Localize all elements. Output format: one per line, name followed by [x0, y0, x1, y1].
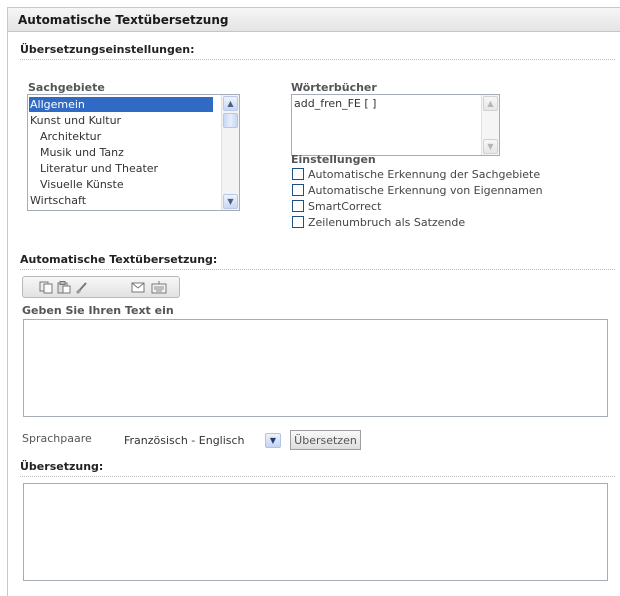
- subject-item-literatur-und-theater[interactable]: Literatur und Theater: [29, 161, 158, 176]
- scroll-down-icon[interactable]: ▼: [483, 139, 498, 154]
- language-pair-select[interactable]: Französisch - Englisch ▼: [120, 431, 283, 450]
- option-auto-names[interactable]: Automatische Erkennung von Eigennamen: [292, 184, 543, 200]
- option-label: SmartCorrect: [308, 200, 382, 213]
- paste-icon[interactable]: [57, 281, 71, 294]
- checkbox[interactable]: [292, 184, 304, 196]
- checkbox[interactable]: [292, 216, 304, 228]
- translation-output[interactable]: [23, 483, 608, 581]
- panel-titlebar: Automatische Textübersetzung: [8, 8, 620, 32]
- subject-item-visuelle-kuenste[interactable]: Visuelle Künste: [29, 177, 124, 192]
- result-heading: Übersetzung:: [20, 460, 104, 473]
- copy-icon[interactable]: [39, 281, 53, 294]
- language-pair-label: Sprachpaare: [22, 432, 92, 445]
- dictionaries-label: Wörterbücher: [291, 81, 377, 94]
- options-label: Einstellungen: [291, 153, 376, 166]
- option-linebreak[interactable]: Zeilenumbruch als Satzende: [292, 216, 465, 232]
- checkbox[interactable]: [292, 168, 304, 180]
- translate-button[interactable]: Übersetzen: [290, 430, 361, 450]
- option-label: Automatische Erkennung von Eigennamen: [308, 184, 543, 197]
- result-divider: [20, 476, 615, 477]
- subject-item-kunst-und-kultur[interactable]: Kunst und Kultur: [29, 113, 121, 128]
- translation-panel: Automatische Textübersetzung Übersetzung…: [7, 7, 620, 596]
- keyboard-icon[interactable]: [151, 281, 167, 294]
- language-pair-value: Französisch - Englisch: [124, 434, 245, 447]
- dictionaries-listbox[interactable]: add_fren_FE [ ] ▲ ▼: [291, 94, 500, 156]
- chevron-down-icon[interactable]: ▼: [265, 433, 281, 448]
- email-icon[interactable]: [131, 281, 145, 294]
- option-auto-subject[interactable]: Automatische Erkennung der Sachgebiete: [292, 168, 540, 184]
- settings-heading: Übersetzungseinstellungen:: [20, 43, 195, 56]
- option-label: Automatische Erkennung der Sachgebiete: [308, 168, 541, 181]
- option-label: Zeilenumbruch als Satzende: [308, 216, 466, 229]
- dictionaries-scrollbar[interactable]: ▲ ▼: [481, 95, 499, 155]
- subject-item-wirtschaft[interactable]: Wirtschaft: [29, 193, 86, 208]
- clear-icon[interactable]: [75, 281, 90, 295]
- input-heading: Automatische Textübersetzung:: [20, 253, 218, 266]
- checkbox[interactable]: [292, 200, 304, 212]
- subject-item-architektur[interactable]: Architektur: [29, 129, 101, 144]
- input-divider: [20, 269, 615, 270]
- subject-item-musik-und-tanz[interactable]: Musik und Tanz: [29, 145, 124, 160]
- input-label: Geben Sie Ihren Text ein: [22, 304, 174, 317]
- scroll-up-icon[interactable]: ▲: [483, 96, 498, 111]
- subjects-scrollbar[interactable]: ▲ ▼: [221, 95, 239, 210]
- source-text-input[interactable]: [23, 319, 608, 417]
- dictionary-item[interactable]: add_fren_FE [ ]: [293, 96, 376, 111]
- subjects-label: Sachgebiete: [28, 81, 105, 94]
- option-smartcorrect[interactable]: SmartCorrect: [292, 200, 381, 216]
- scroll-up-icon[interactable]: ▲: [223, 96, 238, 111]
- text-toolbar: [22, 276, 180, 298]
- settings-divider: [20, 59, 615, 60]
- scroll-thumb[interactable]: [223, 113, 238, 128]
- subjects-listbox[interactable]: Allgemein Kunst und Kultur Architektur M…: [27, 94, 240, 211]
- panel-title: Automatische Textübersetzung: [18, 13, 229, 27]
- subject-item-allgemein[interactable]: Allgemein: [29, 97, 213, 112]
- scroll-down-icon[interactable]: ▼: [223, 194, 238, 209]
